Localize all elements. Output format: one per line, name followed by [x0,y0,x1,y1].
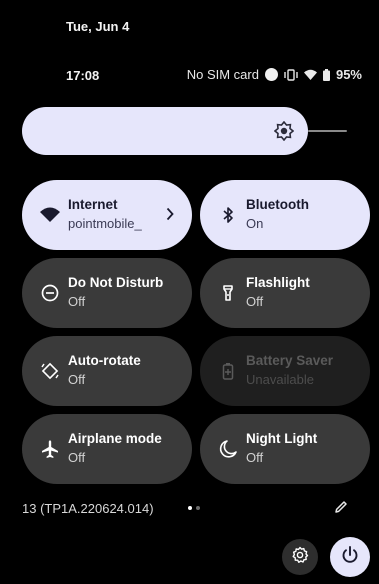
battery-percent: 95% [335,67,362,82]
vibrate-icon [284,68,298,81]
brightness-slider[interactable] [22,107,308,155]
tile-status: On [246,216,264,231]
edit-icon[interactable] [334,500,348,519]
tile-auto-rotate[interactable]: Auto-rotate Off [22,336,192,406]
tile-label: Auto-rotate [68,353,141,368]
tile-label: Bluetooth [246,197,309,212]
page-indicator [188,506,200,510]
tile-do-not-disturb[interactable]: Do Not Disturb Off [22,258,192,328]
brightness-track[interactable] [308,130,347,132]
tile-night-light[interactable]: Night Light Off [200,414,370,484]
wifi-icon [303,69,317,80]
do-not-disturb-icon [40,283,60,303]
tile-internet[interactable]: Internet pointmobile_ [22,180,192,250]
tile-label: Internet [68,197,118,212]
tile-status: Off [68,294,86,309]
flashlight-icon [218,283,238,303]
page-dot-active [188,506,192,510]
bluetooth-icon [218,205,238,225]
tile-status: Off [68,450,86,465]
tile-label: Do Not Disturb [68,275,164,290]
tile-label: Night Light [246,431,318,446]
clock: 17:08 [66,68,100,83]
tile-airplane-mode[interactable]: Airplane mode Off [22,414,192,484]
airplane-icon [40,439,60,459]
chevron-right-icon[interactable] [166,207,174,226]
tile-status: Unavailable [246,372,314,387]
brightness-icon [273,120,295,146]
tile-status: Off [68,372,86,387]
tile-label: Airplane mode [68,431,162,446]
settings-button[interactable] [282,539,318,575]
build-number[interactable]: 13 (TP1A.220624.014) [22,501,154,516]
tile-status: Off [246,294,264,309]
power-icon [340,545,360,570]
page-dot [196,506,200,510]
carrier-label: No SIM card [186,67,259,82]
tile-label: Flashlight [246,275,310,290]
tile-status: pointmobile_ [68,216,142,231]
tile-flashlight[interactable]: Flashlight Off [200,258,370,328]
battery-saver-icon [218,361,238,381]
battery-icon [322,68,330,81]
settings-icon [291,546,309,569]
sim-dot-icon [264,68,278,81]
night-light-icon [218,439,238,459]
tile-battery-saver[interactable]: Battery Saver Unavailable [200,336,370,406]
status-bar: No SIM card 95% [187,67,362,82]
date: Tue, Jun 4 [66,19,130,34]
tile-bluetooth[interactable]: Bluetooth On [200,180,370,250]
tile-label: Battery Saver [246,353,334,368]
auto-rotate-icon [40,361,60,381]
wifi-icon [40,205,60,225]
power-button[interactable] [330,537,370,577]
tile-status: Off [246,450,264,465]
